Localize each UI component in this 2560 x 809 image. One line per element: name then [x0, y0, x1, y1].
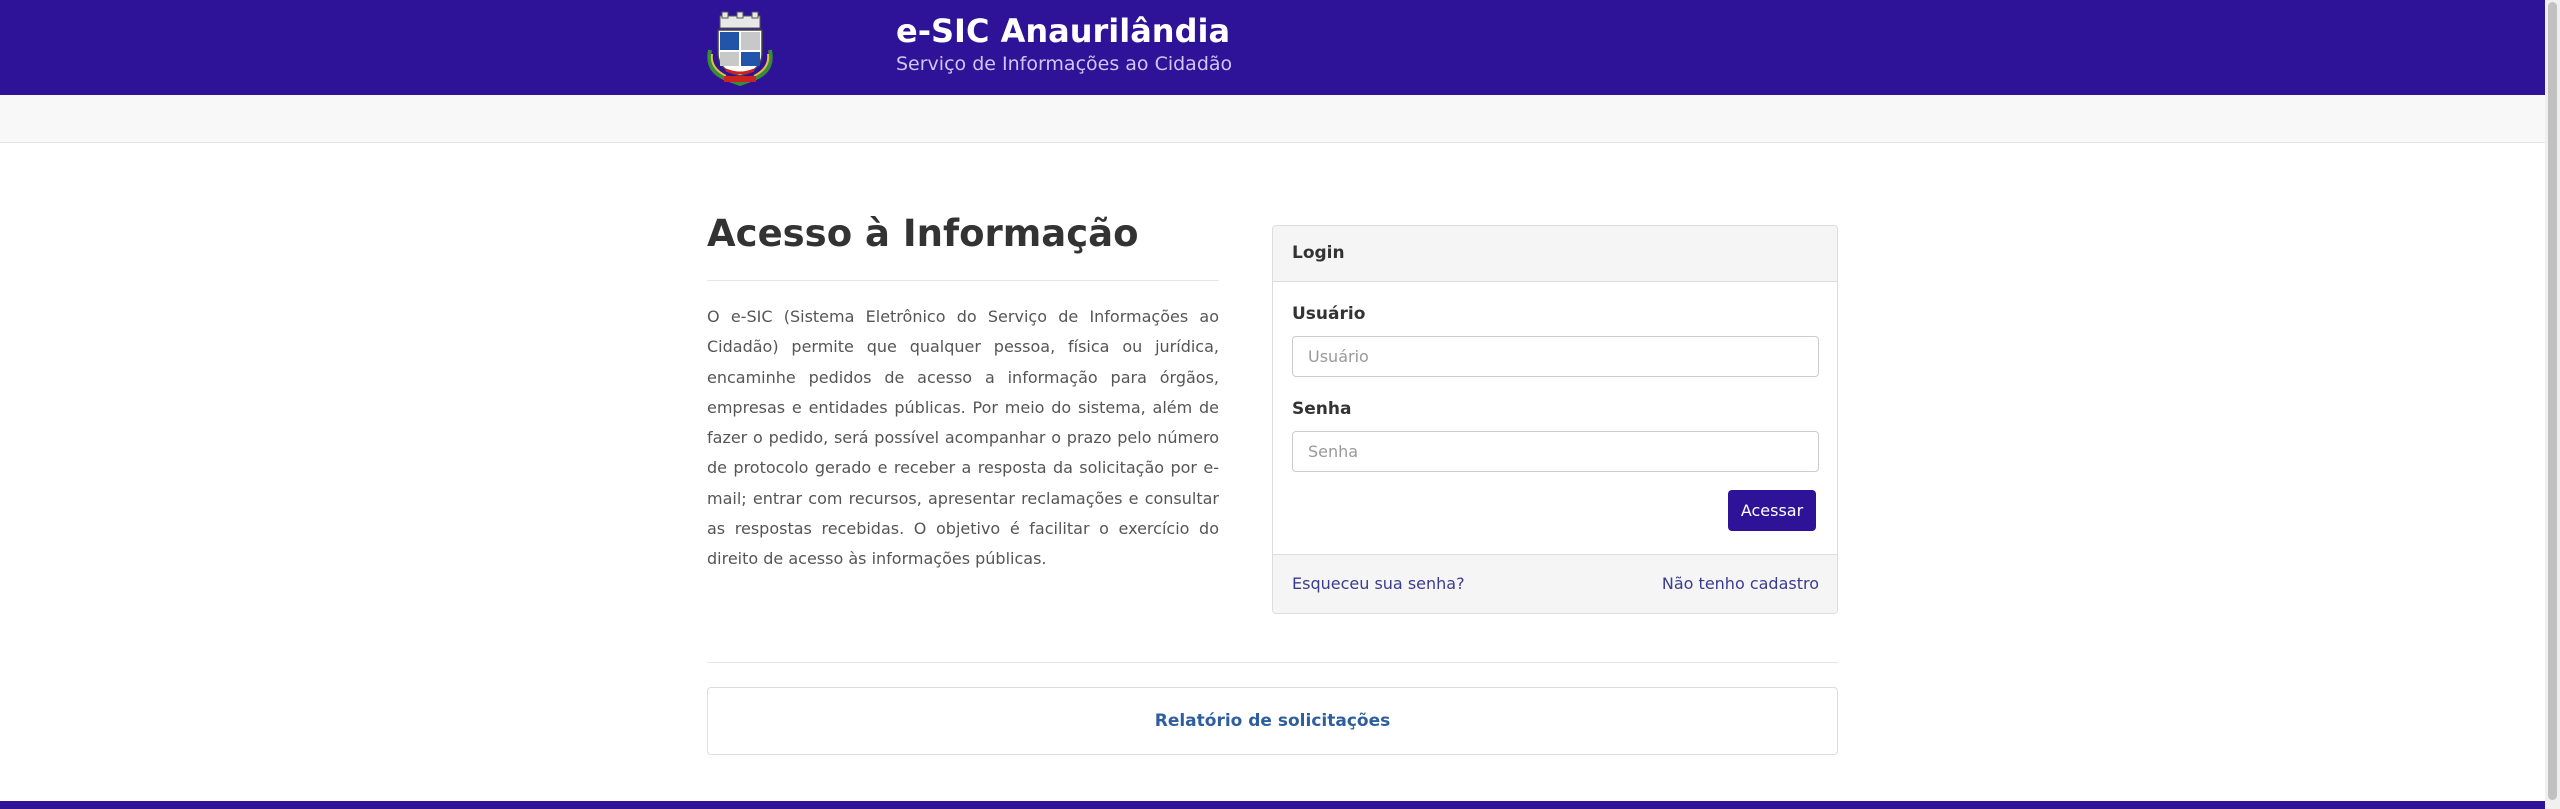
password-label: Senha [1292, 399, 1352, 419]
requests-report-link[interactable]: Relatório de solicitações [1155, 711, 1391, 731]
footer-strip [0, 801, 2545, 809]
report-box: Relatório de solicitações [707, 687, 1838, 755]
register-link[interactable]: Não tenho cadastro [1662, 574, 1819, 593]
login-panel-footer: Esqueceu sua senha? Não tenho cadastro [1273, 554, 1837, 613]
page-title: Acesso à Informação [707, 212, 1139, 255]
login-panel-heading: Login [1273, 226, 1837, 282]
page-scrollbar[interactable] [2545, 0, 2560, 809]
info-description: O e-SIC (Sistema Eletrônico do Serviço d… [707, 307, 1219, 569]
title-divider [707, 280, 1219, 281]
navigation-bar [0, 95, 2545, 143]
forgot-password-link[interactable]: Esqueceu sua senha? [1292, 574, 1465, 593]
site-subtitle: Serviço de Informações ao Cidadão [896, 53, 1233, 75]
login-panel: Login Usuário Senha Acessar Esqueceu sua… [1272, 225, 1838, 614]
site-header: e-SIC Anaurilândia Serviço de Informaçõe… [0, 0, 2545, 95]
section-divider [707, 662, 1838, 663]
user-label: Usuário [1292, 304, 1366, 324]
password-input[interactable] [1292, 431, 1819, 472]
login-button[interactable]: Acessar [1728, 490, 1816, 531]
municipal-coat-of-arms-icon[interactable] [704, 10, 776, 87]
site-title: e-SIC Anaurilândia [896, 12, 1231, 50]
scrollbar-thumb[interactable] [2548, 2, 2557, 800]
user-input[interactable] [1292, 336, 1819, 377]
